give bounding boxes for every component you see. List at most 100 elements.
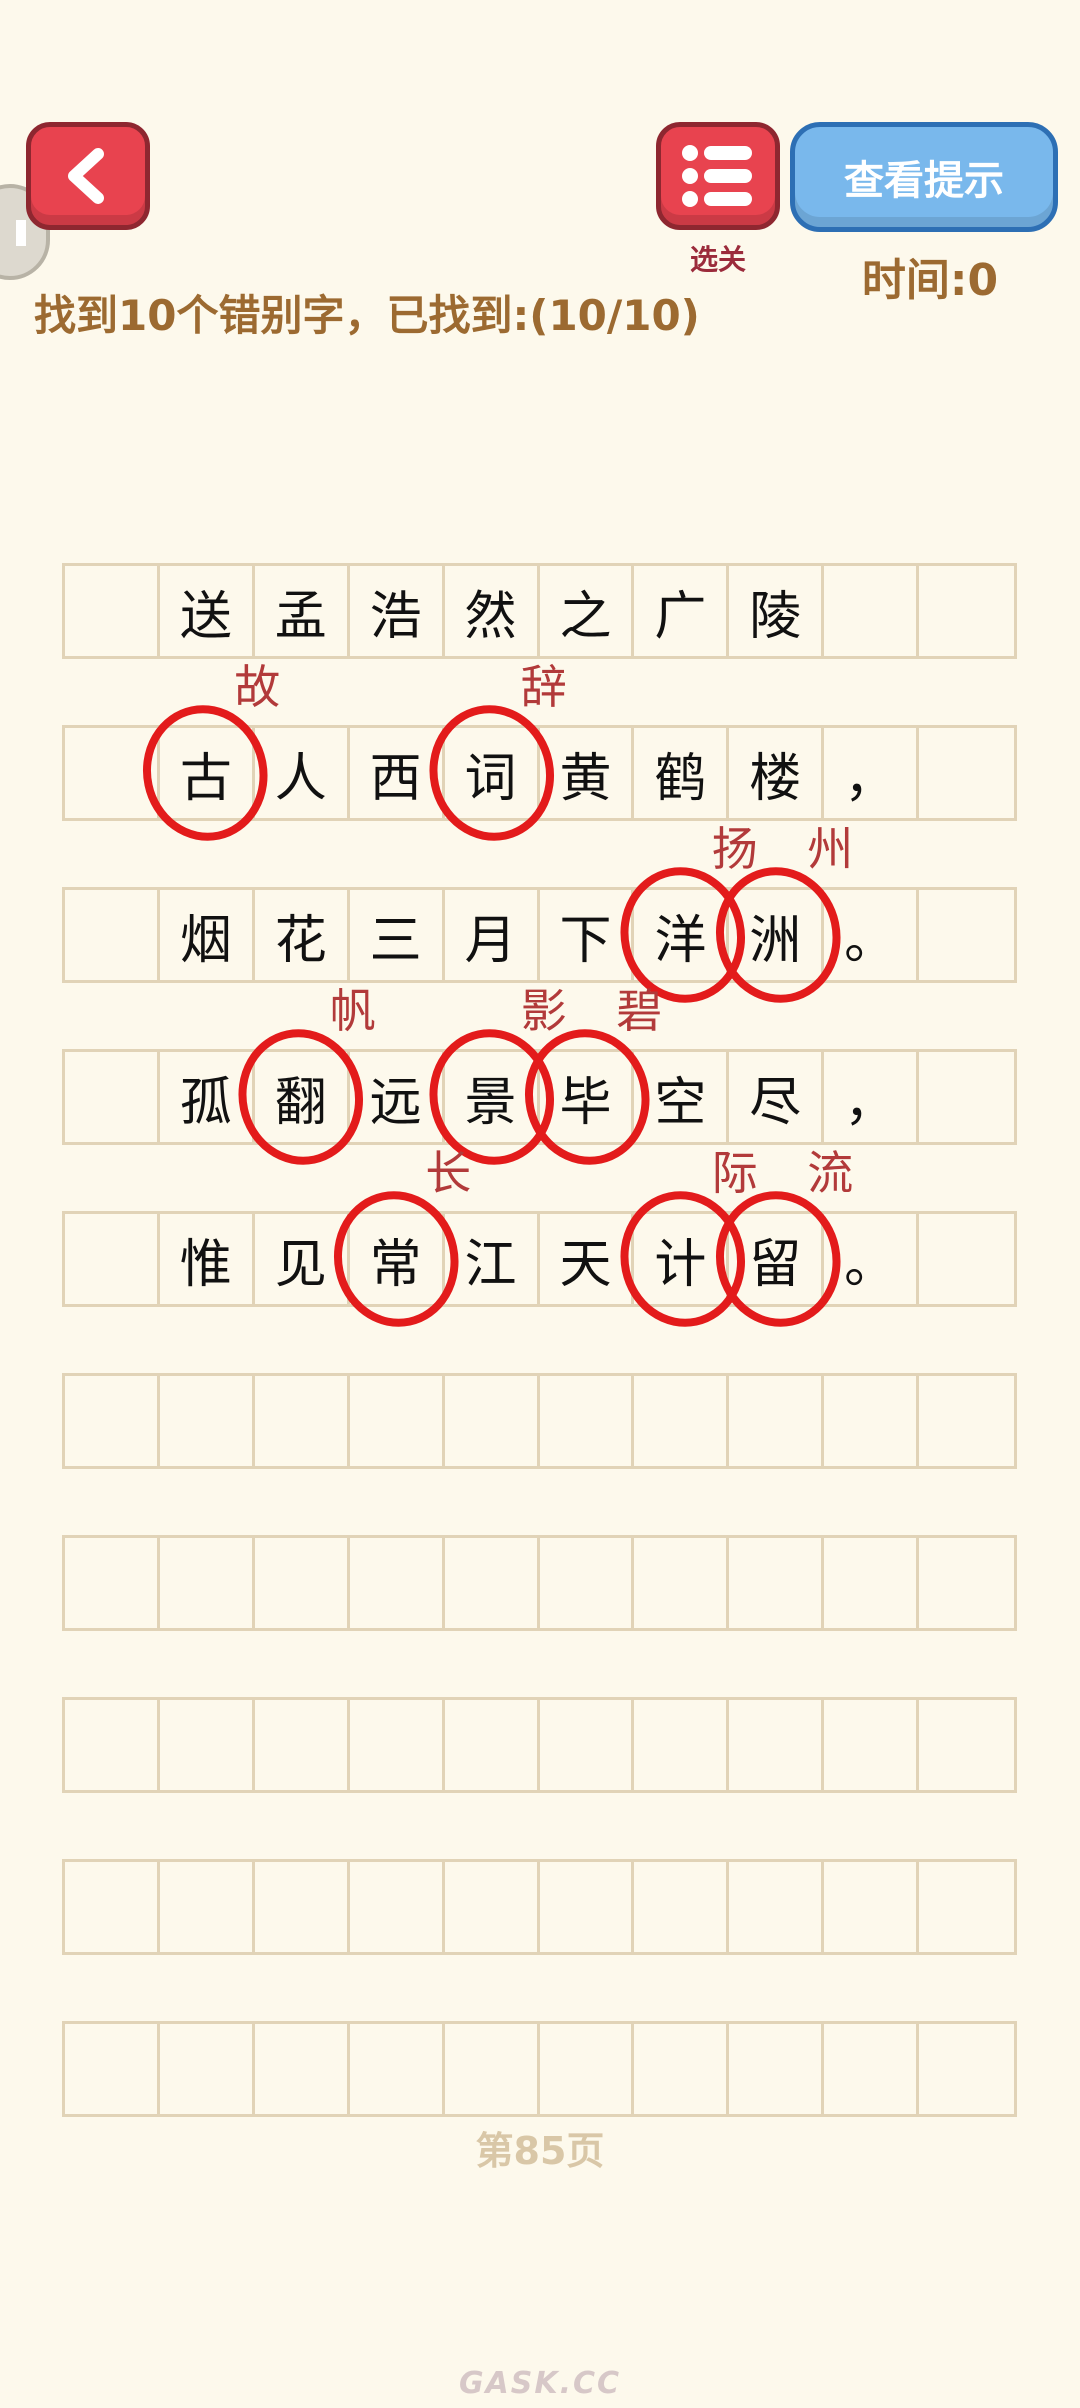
grid-cell[interactable]: 。 xyxy=(824,1214,920,1304)
grid-cell[interactable]: 洋 xyxy=(634,890,730,980)
grid-cell[interactable]: 空 xyxy=(634,1052,730,1142)
grid-cell[interactable]: 黄 xyxy=(540,728,635,818)
grid-cell[interactable] xyxy=(350,2024,445,2114)
grid-cell[interactable] xyxy=(445,1376,540,1466)
grid-cell[interactable] xyxy=(65,1376,160,1466)
grid-cell[interactable] xyxy=(824,1700,920,1790)
grid-cell[interactable]: 楼 xyxy=(729,728,825,818)
grid-cell[interactable] xyxy=(634,2024,730,2114)
grid-cell[interactable] xyxy=(824,1538,920,1628)
view-hint-button[interactable]: 查看提示 xyxy=(790,122,1058,232)
grid-cell[interactable] xyxy=(540,1700,635,1790)
grid-cell[interactable] xyxy=(634,1862,730,1952)
grid-cell[interactable]: 然 xyxy=(445,566,540,656)
grid-cell[interactable] xyxy=(445,1538,540,1628)
grid-cell[interactable] xyxy=(919,1214,1014,1304)
grid-cell[interactable] xyxy=(634,1376,730,1466)
grid-cell[interactable] xyxy=(65,566,160,656)
grid-cell[interactable]: 孤 xyxy=(160,1052,255,1142)
grid-cell[interactable] xyxy=(634,1700,730,1790)
grid-cell[interactable] xyxy=(160,1862,255,1952)
grid-cell[interactable] xyxy=(919,1538,1014,1628)
grid-cell[interactable] xyxy=(824,2024,920,2114)
grid-cell[interactable]: 洲 xyxy=(729,890,825,980)
grid-cell[interactable]: 常 xyxy=(350,1214,445,1304)
grid-cell[interactable]: 三 xyxy=(350,890,445,980)
grid-cell[interactable]: 送 xyxy=(160,566,255,656)
grid-cell[interactable]: 。 xyxy=(824,890,920,980)
grid-cell[interactable] xyxy=(729,1376,825,1466)
grid-cell[interactable] xyxy=(919,1700,1014,1790)
grid-cell[interactable] xyxy=(919,1052,1014,1142)
grid-cell[interactable]: 古 xyxy=(160,728,255,818)
grid-cell[interactable]: 陵 xyxy=(729,566,825,656)
grid-cell[interactable] xyxy=(255,1376,350,1466)
grid-cell[interactable]: ， xyxy=(824,1052,920,1142)
grid-cell[interactable]: 下 xyxy=(540,890,635,980)
grid-cell[interactable] xyxy=(65,1700,160,1790)
grid-cell[interactable]: 见 xyxy=(255,1214,350,1304)
grid-cell[interactable] xyxy=(919,1862,1014,1952)
grid-cell[interactable] xyxy=(540,2024,635,2114)
grid-cell[interactable]: 之 xyxy=(540,566,635,656)
grid-cell[interactable] xyxy=(634,1538,730,1628)
grid-cell[interactable] xyxy=(255,2024,350,2114)
grid-cell[interactable]: 翻 xyxy=(255,1052,350,1142)
grid-cell[interactable] xyxy=(350,1538,445,1628)
grid-cell[interactable] xyxy=(729,1538,825,1628)
grid-cell[interactable] xyxy=(160,1376,255,1466)
grid-cell[interactable] xyxy=(255,1862,350,1952)
grid-cell[interactable] xyxy=(824,1376,920,1466)
grid-cell[interactable] xyxy=(824,1862,920,1952)
back-button[interactable] xyxy=(26,122,150,230)
grid-cell[interactable]: 天 xyxy=(540,1214,635,1304)
grid-cell[interactable] xyxy=(350,1376,445,1466)
grid-cell[interactable] xyxy=(65,728,160,818)
level-select-button[interactable] xyxy=(656,122,780,230)
grid-cell[interactable] xyxy=(350,1700,445,1790)
grid-cell[interactable] xyxy=(160,1538,255,1628)
grid-cell[interactable]: 景 xyxy=(445,1052,540,1142)
grid-cell[interactable] xyxy=(919,566,1014,656)
grid-cell[interactable] xyxy=(919,728,1014,818)
grid-cell[interactable] xyxy=(255,1538,350,1628)
grid-cell[interactable] xyxy=(445,2024,540,2114)
grid-cell[interactable]: 远 xyxy=(350,1052,445,1142)
grid-cell[interactable] xyxy=(350,1862,445,1952)
grid-cell[interactable] xyxy=(160,1700,255,1790)
grid-cell[interactable]: ， xyxy=(824,728,920,818)
grid-cell[interactable]: 尽 xyxy=(729,1052,825,1142)
grid-cell[interactable] xyxy=(65,1862,160,1952)
grid-cell[interactable] xyxy=(919,890,1014,980)
grid-cell[interactable] xyxy=(445,1862,540,1952)
grid-cell[interactable]: 词 xyxy=(445,728,540,818)
grid-cell[interactable] xyxy=(824,566,920,656)
grid-cell[interactable] xyxy=(540,1376,635,1466)
grid-cell[interactable] xyxy=(729,1862,825,1952)
grid-cell[interactable]: 烟 xyxy=(160,890,255,980)
grid-cell[interactable] xyxy=(160,2024,255,2114)
grid-cell[interactable]: 留 xyxy=(729,1214,825,1304)
grid-cell[interactable] xyxy=(729,2024,825,2114)
grid-cell[interactable]: 惟 xyxy=(160,1214,255,1304)
grid-cell[interactable]: 鹤 xyxy=(634,728,730,818)
grid-cell[interactable]: 花 xyxy=(255,890,350,980)
grid-cell[interactable] xyxy=(445,1700,540,1790)
grid-cell[interactable] xyxy=(65,1538,160,1628)
grid-cell[interactable]: 人 xyxy=(255,728,350,818)
grid-cell[interactable] xyxy=(919,2024,1014,2114)
grid-cell[interactable] xyxy=(729,1700,825,1790)
grid-cell[interactable]: 西 xyxy=(350,728,445,818)
grid-cell[interactable] xyxy=(255,1700,350,1790)
grid-cell[interactable]: 广 xyxy=(634,566,730,656)
grid-cell[interactable]: 孟 xyxy=(255,566,350,656)
grid-cell[interactable]: 江 xyxy=(445,1214,540,1304)
grid-cell[interactable]: 计 xyxy=(634,1214,730,1304)
grid-cell[interactable]: 毕 xyxy=(540,1052,635,1142)
grid-cell[interactable]: 浩 xyxy=(350,566,445,656)
grid-cell[interactable]: 月 xyxy=(445,890,540,980)
grid-cell[interactable] xyxy=(65,2024,160,2114)
grid-cell[interactable] xyxy=(65,1214,160,1304)
grid-cell[interactable] xyxy=(540,1538,635,1628)
grid-cell[interactable] xyxy=(65,890,160,980)
